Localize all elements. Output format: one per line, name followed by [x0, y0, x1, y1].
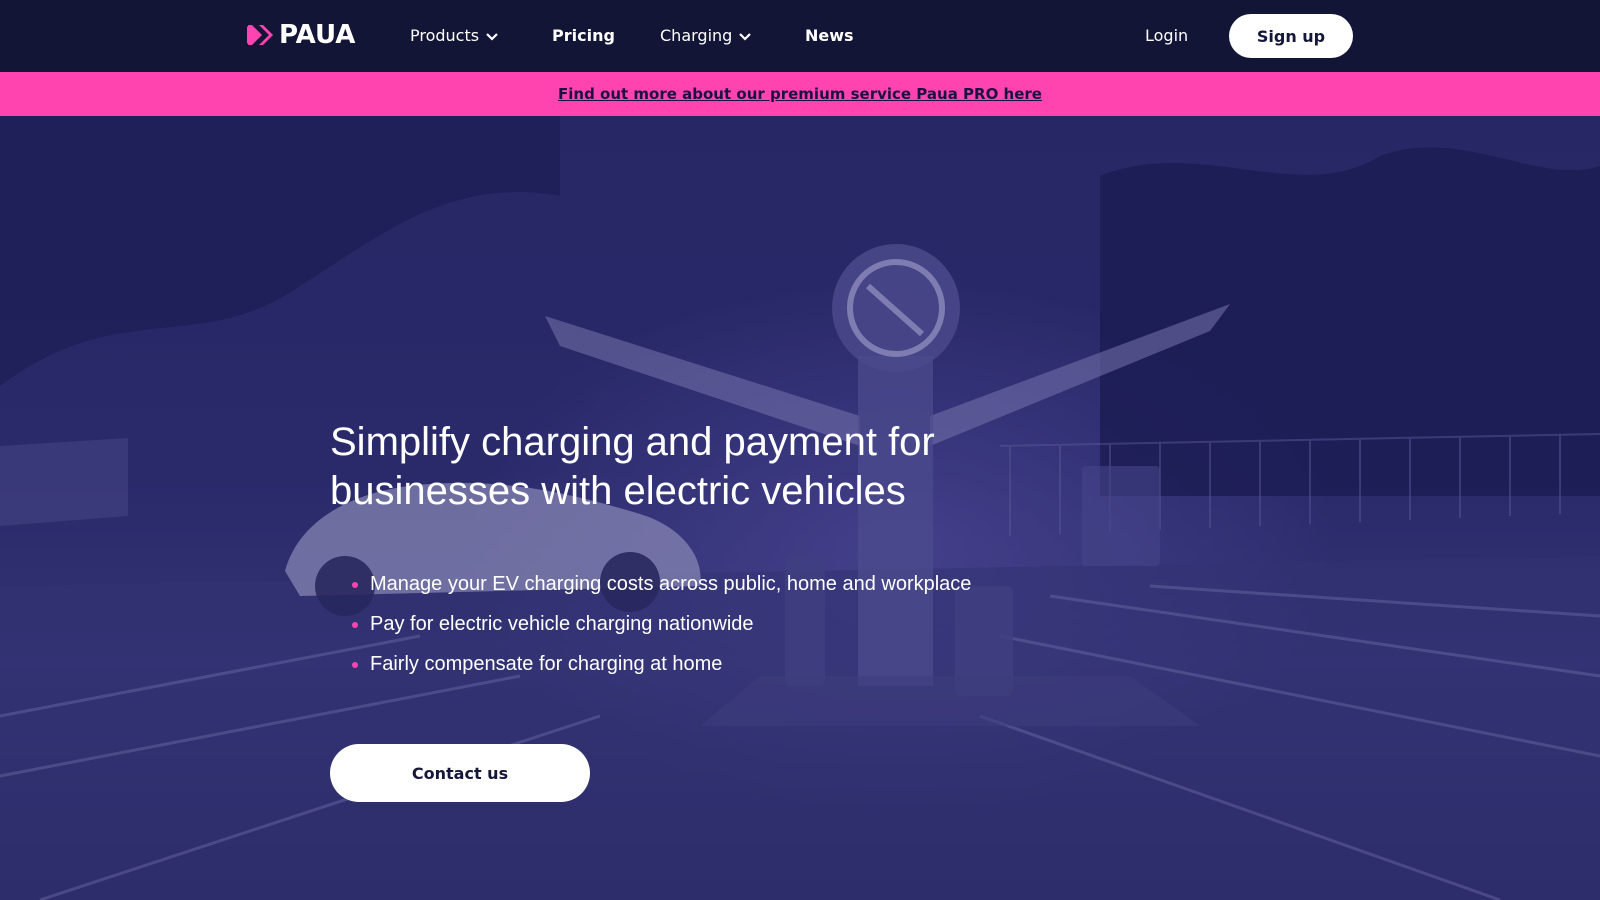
- hero-title: Simplify charging and payment for busine…: [330, 420, 935, 513]
- nav-charging-dropdown[interactable]: Charging: [660, 23, 752, 47]
- hero-bullet-item: Pay for electric vehicle charging nation…: [352, 604, 971, 644]
- paua-logo[interactable]: PAUA: [247, 20, 355, 50]
- contact-us-button[interactable]: Contact us: [330, 744, 590, 802]
- bullet-dot: [352, 662, 358, 668]
- chevron-down-icon: [739, 26, 752, 45]
- nav-news-link[interactable]: News: [805, 23, 854, 47]
- double-chevron-right-icon: [247, 24, 279, 46]
- nav-charging-label: Charging: [660, 25, 733, 45]
- hero-section: Simplify charging and payment for busine…: [0, 116, 1600, 900]
- signup-button[interactable]: Sign up: [1229, 14, 1353, 58]
- nav-products-dropdown[interactable]: Products: [410, 23, 498, 47]
- nav-pricing-link[interactable]: Pricing: [552, 23, 615, 47]
- chevron-down-icon: [486, 26, 498, 45]
- bullet-dot: [352, 582, 358, 588]
- hero-bullet-item: Fairly compensate for charging at home: [352, 644, 971, 684]
- login-link[interactable]: Login: [1145, 23, 1188, 47]
- hero-bullet-text: Manage your EV charging costs across pub…: [370, 573, 972, 595]
- hero-bullet-text: Fairly compensate for charging at home: [370, 653, 723, 675]
- bullet-dot: [352, 622, 358, 628]
- promo-banner: Find out more about our premium service …: [0, 72, 1600, 116]
- top-navbar: PAUA Products Pricing Charging News Logi…: [0, 0, 1600, 72]
- hero-bullet-item: Manage your EV charging costs across pub…: [352, 564, 971, 604]
- hero-bullet-list: Manage your EV charging costs across pub…: [352, 564, 971, 684]
- paua-pro-link[interactable]: Find out more about our premium service …: [558, 85, 1042, 103]
- nav-products-label: Products: [410, 25, 480, 45]
- hero-bullet-text: Pay for electric vehicle charging nation…: [370, 613, 754, 635]
- logo-wordmark: PAUA: [279, 20, 356, 50]
